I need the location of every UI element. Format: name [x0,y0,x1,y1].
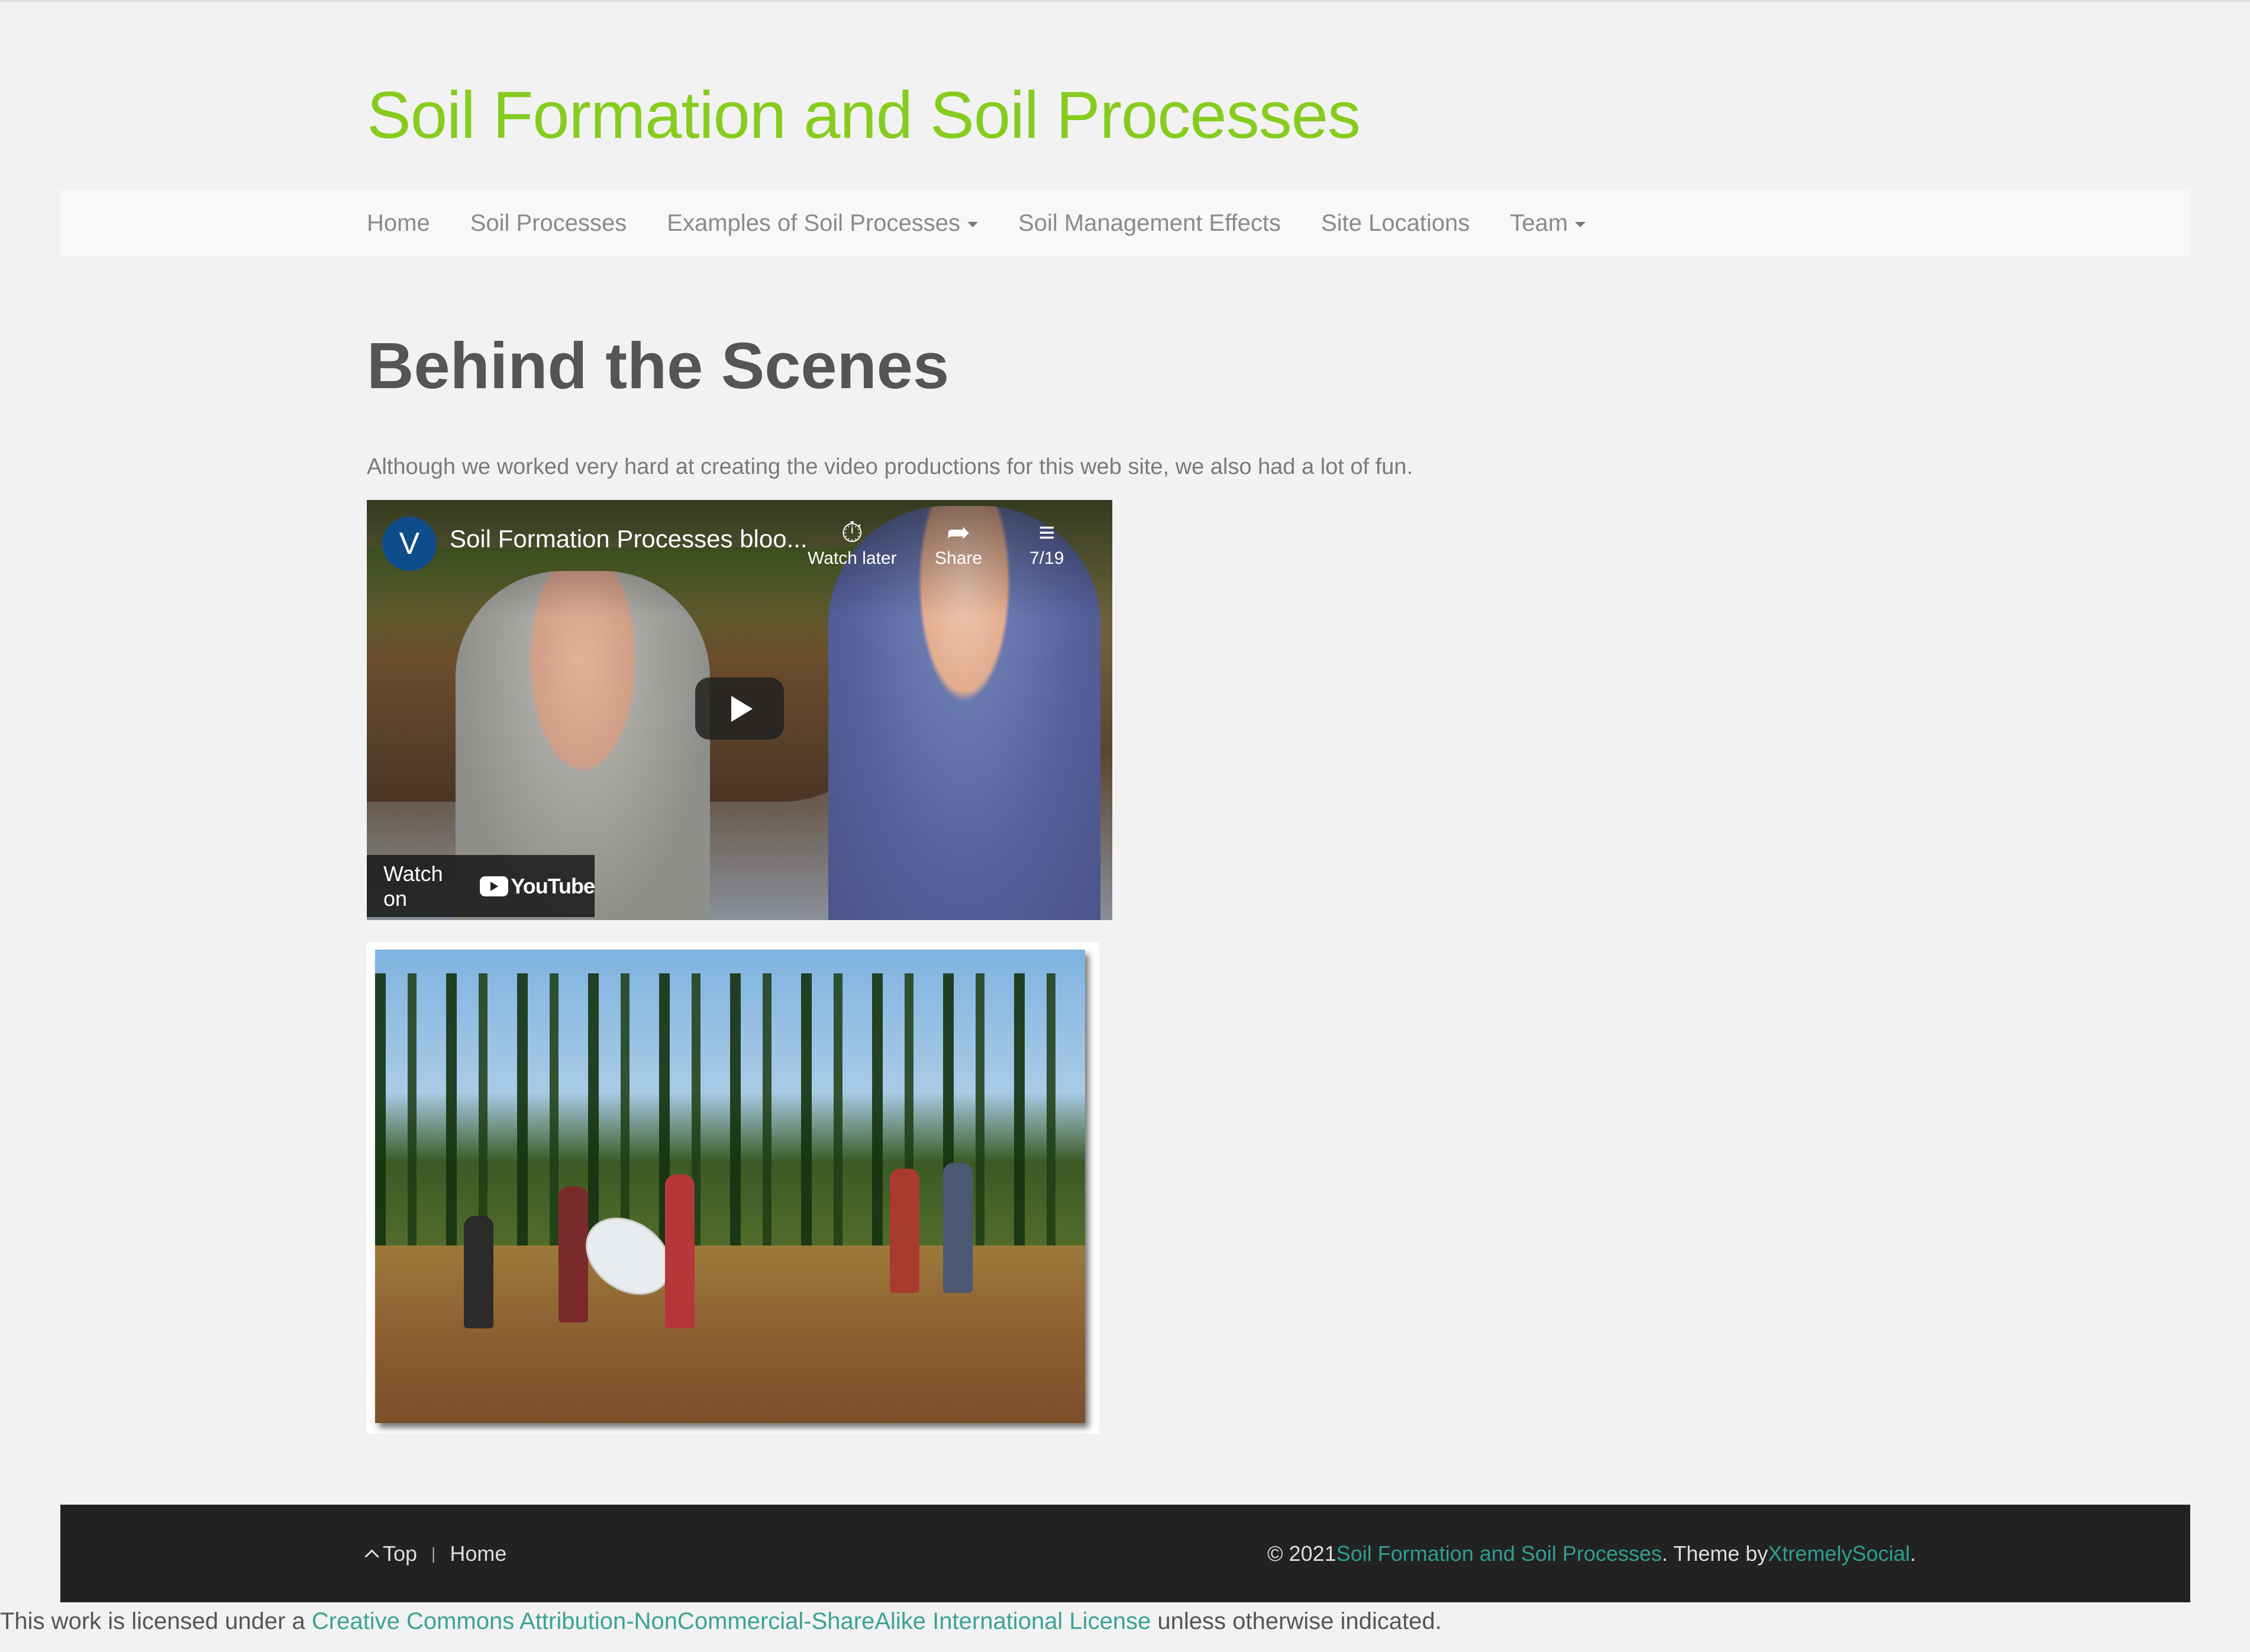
nav-item-label: Home [367,210,430,236]
video-title[interactable]: Soil Formation Processes bloo... [450,525,808,553]
site-footer: Top | Home © 2021 Soil Formation and Soi… [60,1505,2190,1602]
license-link[interactable]: Creative Commons Attribution-NonCommerci… [312,1608,1151,1634]
license-prefix: This work is licensed under a [0,1608,312,1634]
footer-nav: Top | Home [364,1505,506,1602]
theme-by-text: . Theme by [1661,1541,1768,1566]
youtube-logo: YouTube [480,874,595,899]
playlist-icon: ≡ [1038,517,1055,548]
nav-item-site-locations[interactable]: Site Locations [1321,210,1470,237]
share-label: Share [935,548,983,568]
playlist-count: 7/19 [1029,548,1064,568]
site-title[interactable]: Soil Formation and Soil Processes [367,77,1361,153]
nav-item-examples[interactable]: Examples of Soil Processes [667,210,979,237]
nav-list: Home Soil Processes Examples of Soil Pro… [367,190,1626,257]
nav-item-label: Examples of Soil Processes [667,210,961,236]
footer-site-link[interactable]: Soil Formation and Soil Processes [1337,1541,1662,1566]
license-notice: This work is licensed under a Creative C… [0,1608,1442,1635]
nav-item-team[interactable]: Team [1510,210,1586,237]
intro-text: Although we worked very hard at creating… [367,454,1413,479]
footer-credits: © 2021 Soil Formation and Soil Processes… [1267,1505,1916,1602]
playlist-button[interactable]: ≡ 7/19 [1029,518,1064,569]
back-to-top-link[interactable]: Top [383,1541,417,1566]
page-heading: Behind the Scenes [367,330,950,402]
footer-period: . [1910,1541,1916,1566]
play-button[interactable] [695,677,784,740]
clock-icon: ⏱ [841,517,864,548]
caret-down-icon [1575,222,1586,227]
watch-on-youtube-button[interactable]: Watch on YouTube [367,855,595,917]
top-border [0,0,2250,2]
theme-author-link[interactable]: XtremelySocial [1768,1541,1910,1566]
youtube-play-icon [480,876,509,896]
chevron-up-icon [364,1549,379,1564]
film-crew-image [375,950,1085,1423]
caret-down-icon [967,222,979,227]
nav-item-label: Site Locations [1321,210,1470,236]
license-suffix: unless otherwise indicated. [1151,1608,1442,1634]
nav-item-label: Team [1510,210,1568,236]
footer-separator: | [431,1544,436,1563]
copyright-text: © 2021 [1267,1541,1337,1566]
main-navbar: Home Soil Processes Examples of Soil Pro… [60,190,2190,258]
nav-item-soil-processes[interactable]: Soil Processes [470,210,627,237]
play-icon [731,695,753,722]
nav-item-management[interactable]: Soil Management Effects [1018,210,1281,237]
channel-avatar[interactable]: V [382,517,437,571]
watch-later-label: Watch later [808,548,897,568]
watch-on-label: Watch on [383,861,443,911]
share-button[interactable]: ➦ Share [935,518,982,569]
behind-scenes-photo [367,943,1099,1434]
nav-item-home[interactable]: Home [367,210,430,237]
share-icon: ➦ [946,517,971,548]
nav-item-label: Soil Management Effects [1018,210,1281,236]
youtube-embed[interactable]: V Soil Formation Processes bloo... ⏱ Wat… [367,500,1112,920]
nav-item-label: Soil Processes [470,210,627,236]
youtube-wordmark: YouTube [511,873,595,898]
footer-home-link[interactable]: Home [450,1541,506,1566]
watch-later-button[interactable]: ⏱ Watch later [808,518,897,569]
